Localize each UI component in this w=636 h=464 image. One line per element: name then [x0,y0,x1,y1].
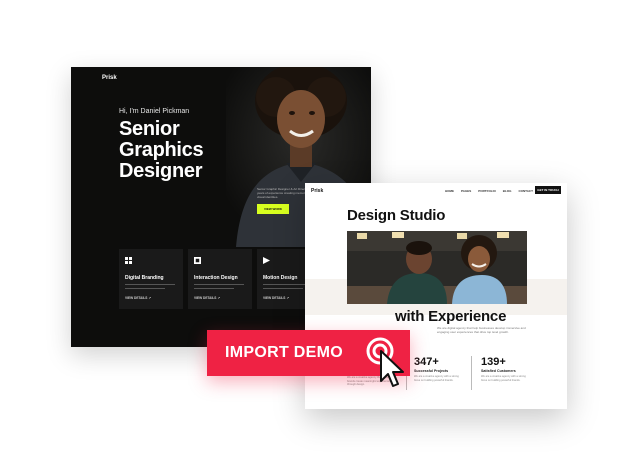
card-link[interactable]: VIEW DETAILS ↗ [194,296,220,300]
nav-item-pages[interactable]: PAGES [461,189,471,193]
stat-divider [471,356,472,390]
arrow-icon: ↗ [286,296,289,300]
card-link-text: VIEW DETAILS [125,296,148,300]
headline-line-2: Graphics [119,139,204,161]
card-title: Digital Branding [125,275,164,281]
studio-title-top: Design Studio [347,207,446,224]
stat-text: We are a creative agency with a strong f… [414,375,459,382]
dark-headline: Senior Graphics Designer [119,118,204,182]
card-text-line [263,288,303,290]
headline-line-3: Designer [119,160,203,182]
get-in-touch-button[interactable]: GET IN TOUCH [535,186,561,194]
light-nav: HOME PAGES PORTFOLIO BLOG CONTACT [445,189,533,193]
card-link[interactable]: VIEW DETAILS ↗ [125,296,151,300]
card-title: Interaction Design [194,275,238,281]
headline-line-1: Senior [119,118,180,140]
nav-item-blog[interactable]: BLOG [503,189,512,193]
play-icon [263,257,270,264]
nav-item-home[interactable]: HOME [445,189,454,193]
service-card-digital-branding[interactable]: Digital Branding VIEW DETAILS ↗ [119,249,183,309]
import-demo-label: IMPORT DEMO [225,344,343,361]
card-title: Motion Design [263,275,298,281]
stat-text: We are a creative agency with a strong f… [481,375,526,382]
arrow-icon: ↗ [148,296,151,300]
card-text-line [194,288,234,290]
stat-projects: 347+ Successful Projects We are a creati… [414,356,460,382]
service-card-interaction-design[interactable]: Interaction Design VIEW DETAILS ↗ [188,249,252,309]
studio-title-bottom: with Experience [395,308,507,325]
grid-icon [125,257,132,264]
card-link-text: VIEW DETAILS [263,296,286,300]
card-link[interactable]: VIEW DETAILS ↗ [263,296,289,300]
stat-number: 347+ [414,356,439,368]
nav-item-contact[interactable]: CONTACT [518,189,532,193]
card-link-text: VIEW DETAILS [194,296,217,300]
layers-icon [194,257,201,264]
card-text-line [125,284,175,286]
arrow-icon: ↗ [217,296,220,300]
import-demo-button[interactable]: IMPORT DEMO [207,330,410,387]
dark-logo: Prisk [102,75,117,81]
cursor-click-icon [366,337,404,387]
view-work-button[interactable]: VIEW WORK [257,204,289,214]
card-text-line [194,284,244,286]
card-text-line [125,288,165,290]
stat-label: Satisfied Customers [481,369,516,373]
dark-greeting: Hi, I'm Daniel Pickman [119,108,190,115]
stat-label: Successful Projects [414,369,449,373]
stat-number: 139+ [481,356,506,368]
stat-customers: 139+ Satisfied Customers We are a creati… [481,356,527,382]
light-logo: Prisk [311,188,324,194]
team-photo [347,231,527,304]
nav-item-portfolio[interactable]: PORTFOLIO [478,189,496,193]
studio-description: We are digital agency that help business… [437,326,526,334]
